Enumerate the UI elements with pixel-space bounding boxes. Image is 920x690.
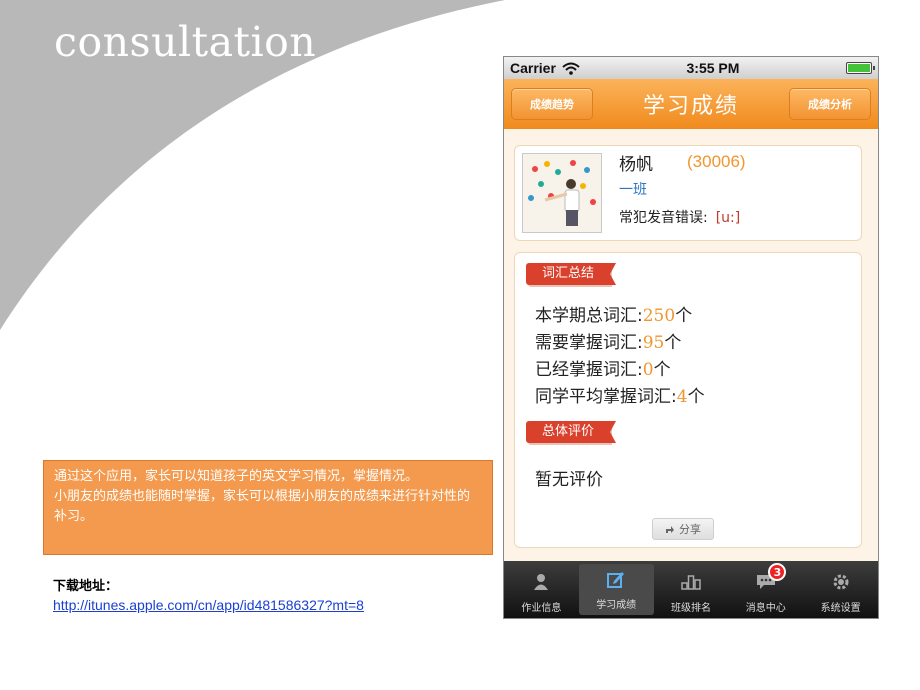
ranking-icon: [680, 571, 702, 593]
tab-label: 班级排名: [670, 603, 711, 614]
error-label: 常犯发音错误:: [619, 210, 708, 226]
download-label: 下载地址：: [53, 579, 119, 594]
slide-title: consultation: [54, 18, 317, 66]
student-name: 杨帆: [619, 155, 653, 175]
share-icon: [666, 525, 674, 533]
nav-bar: 成绩趋势 学习成绩 成绩分析: [504, 79, 878, 129]
carrier-label: Carrier: [510, 60, 556, 76]
score-trend-button[interactable]: 成绩趋势: [511, 88, 593, 120]
description-line: 通过这个应用，家长可以知道孩子的英文学习情况，掌握情况。: [54, 469, 419, 484]
student-id: (30006): [687, 152, 746, 171]
stat-average-vocab: 同学平均掌握词汇:4个: [535, 387, 705, 407]
score-analysis-button[interactable]: 成绩分析: [788, 88, 871, 120]
wifi-icon: [562, 62, 580, 75]
gear-icon: [830, 571, 852, 593]
stat-total-vocab: 本学期总词汇:250个: [535, 306, 693, 326]
student-class: 一班: [619, 182, 647, 198]
error-value: [u:]: [715, 210, 741, 226]
overall-eval-ribbon: 总体评价: [526, 421, 617, 443]
tab-ranking[interactable]: 班级排名: [654, 561, 729, 618]
tab-scores[interactable]: 学习成绩: [578, 564, 654, 615]
nav-title: 学习成绩: [642, 94, 739, 119]
description-line: 小朋友的成绩也能随时掌握，家长可以根据小朋友的成绩来进行针对性的补习。: [54, 489, 471, 524]
tab-label: 消息中心: [745, 603, 786, 614]
tab-homework[interactable]: 作业信息: [504, 561, 579, 618]
message-badge: 3: [768, 563, 787, 581]
description-box: 通过这个应用，家长可以知道孩子的英文学习情况，掌握情况。 小朋友的成绩也能随时掌…: [43, 460, 493, 555]
edit-icon: [605, 568, 627, 590]
tab-label: 作业信息: [521, 603, 562, 614]
tab-bar: 作业信息 学习成绩 班级排名 3 消息中心 系统设置: [504, 561, 878, 618]
student-profile-card: 杨帆 (30006) 一班 常犯发音错误: [u:]: [514, 145, 862, 241]
status-time: 3:55 PM: [686, 60, 740, 76]
summary-card: 词汇总结 本学期总词汇:250个 需要掌握词汇:95个 已经掌握词汇:0个 同学…: [514, 252, 862, 548]
share-label: 分享: [679, 523, 701, 536]
status-bar: Carrier 3:55 PM: [504, 57, 878, 79]
evaluation-text: 暂无评价: [535, 470, 603, 490]
student-photo: [522, 153, 602, 233]
stat-required-vocab: 需要掌握词汇:95个: [535, 333, 682, 353]
tab-label: 学习成绩: [596, 600, 637, 611]
phone-screenshot: Carrier 3:55 PM 成绩趋势 学习成绩 成绩分析 杨帆 (30006…: [503, 56, 879, 619]
person-icon: [530, 571, 552, 593]
vocab-summary-ribbon: 词汇总结: [526, 263, 617, 285]
pronunciation-error: 常犯发音错误: [u:]: [619, 207, 740, 227]
tab-settings[interactable]: 系统设置: [803, 561, 878, 618]
share-button[interactable]: 分享: [652, 518, 714, 540]
download-link[interactable]: http://itunes.apple.com/cn/app/id4815863…: [53, 597, 364, 613]
tab-label: 系统设置: [820, 603, 861, 614]
battery-icon: [846, 62, 875, 74]
stat-mastered-vocab: 已经掌握词汇:0个: [535, 360, 671, 380]
tab-messages[interactable]: 3 消息中心: [728, 561, 803, 618]
